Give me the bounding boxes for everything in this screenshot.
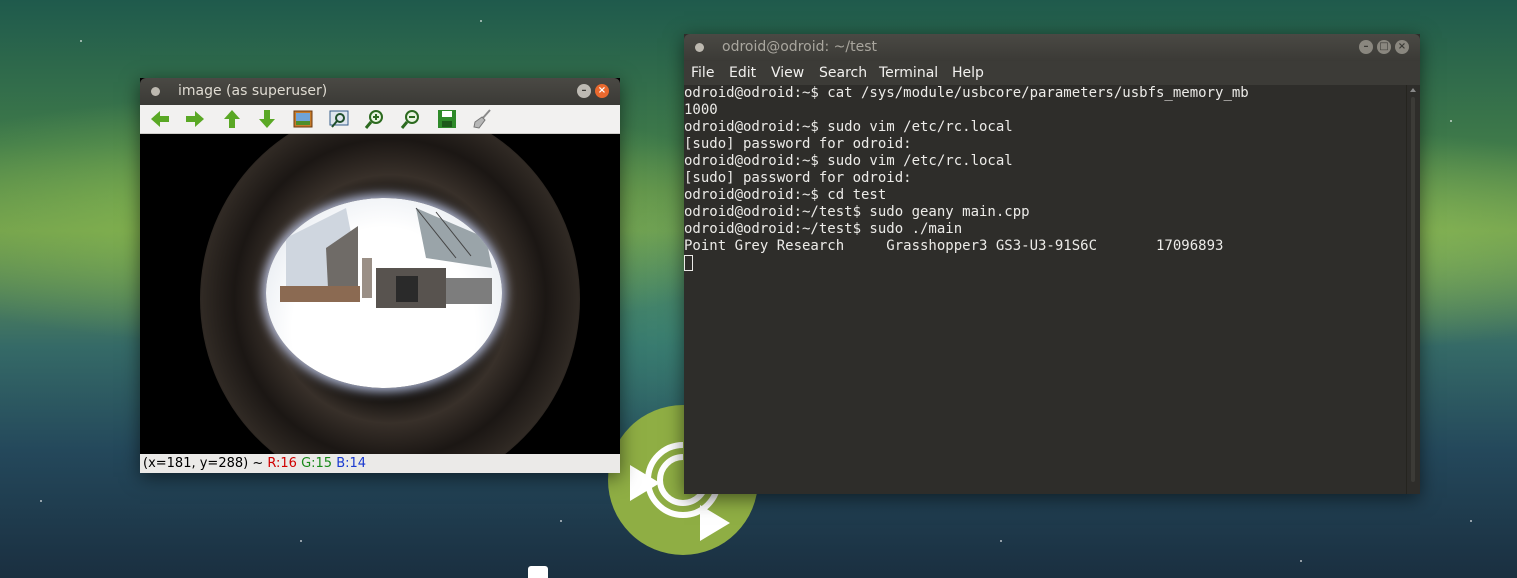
menu-terminal[interactable]: Terminal	[879, 65, 938, 81]
terminal-menubar: File Edit View Search Terminal Help	[684, 61, 1420, 85]
arrow-down-icon[interactable]	[256, 108, 278, 130]
zoom-in-icon[interactable]	[364, 108, 386, 130]
terminal-prompt-line[interactable]	[684, 255, 1407, 272]
cursor-coordinates: (x=181, y=288) ~	[143, 456, 264, 471]
menu-search[interactable]: Search	[819, 65, 867, 81]
terminal-line: odroid@odroid:~$ sudo vim /etc/rc.local	[684, 119, 1013, 135]
window-menu-icon[interactable]	[695, 43, 704, 52]
image-window-title: image (as superuser)	[178, 83, 328, 99]
window-menu-icon[interactable]	[151, 87, 160, 96]
red-value: R:16	[267, 456, 297, 471]
close-button[interactable]: ×	[1395, 40, 1409, 54]
zoom-out-icon[interactable]	[400, 108, 422, 130]
green-value: G:15	[301, 456, 333, 471]
desktop-text-fragment	[528, 566, 548, 578]
terminal-line: odroid@odroid:~/test$ sudo geany main.cp…	[684, 204, 1030, 220]
image-window-titlebar[interactable]: image (as superuser) – ×	[140, 78, 620, 105]
terminal-line: [sudo] password for odroid:	[684, 136, 912, 152]
terminal-line: odroid@odroid:~$ sudo vim /etc/rc.local	[684, 153, 1013, 169]
image-statusbar: (x=181, y=288) ~ R:16 G:15 B:14	[140, 454, 620, 473]
terminal-scrollbar[interactable]	[1406, 85, 1420, 494]
brush-icon[interactable]	[471, 108, 493, 130]
save-icon[interactable]	[436, 108, 458, 130]
close-button[interactable]: ×	[595, 84, 609, 98]
terminal-line: 1000	[684, 102, 718, 118]
image-icon[interactable]	[292, 108, 314, 130]
terminal-cursor	[684, 255, 693, 271]
menu-edit[interactable]: Edit	[729, 65, 756, 81]
fisheye-image	[266, 198, 502, 388]
terminal-line: [sudo] password for odroid:	[684, 170, 912, 186]
zoom-window-icon[interactable]	[328, 108, 350, 130]
minimize-button[interactable]: –	[1359, 40, 1373, 54]
arrow-right-icon[interactable]	[184, 108, 206, 130]
menu-file[interactable]: File	[691, 65, 714, 81]
terminal-output[interactable]: odroid@odroid:~$ cat /sys/module/usbcore…	[684, 85, 1407, 494]
terminal-line: odroid@odroid:~$ cat /sys/module/usbcore…	[684, 85, 1249, 101]
scroll-thumb[interactable]	[1411, 97, 1415, 482]
scroll-up-arrow-icon[interactable]	[1410, 88, 1416, 92]
image-window[interactable]: image (as superuser) – × (x=181, y=288) …	[140, 78, 620, 473]
arrow-left-icon[interactable]	[149, 108, 171, 130]
terminal-line: odroid@odroid:~/test$ sudo ./main	[684, 221, 963, 237]
maximize-button[interactable]: □	[1377, 40, 1391, 54]
image-toolbar	[140, 105, 620, 134]
terminal-window[interactable]: odroid@odroid: ~/test – □ × File Edit Vi…	[684, 34, 1420, 494]
menu-view[interactable]: View	[771, 65, 804, 81]
terminal-line: Point Grey Research Grasshopper3 GS3-U3-…	[684, 238, 1224, 254]
image-viewport[interactable]	[140, 134, 620, 454]
menu-help[interactable]: Help	[952, 65, 984, 81]
arrow-up-icon[interactable]	[221, 108, 243, 130]
minimize-button[interactable]: –	[577, 84, 591, 98]
blue-value: B:14	[336, 456, 367, 471]
terminal-line: odroid@odroid:~$ cd test	[684, 187, 887, 203]
terminal-title: odroid@odroid: ~/test	[722, 39, 877, 55]
terminal-titlebar[interactable]: odroid@odroid: ~/test – □ ×	[684, 34, 1420, 61]
